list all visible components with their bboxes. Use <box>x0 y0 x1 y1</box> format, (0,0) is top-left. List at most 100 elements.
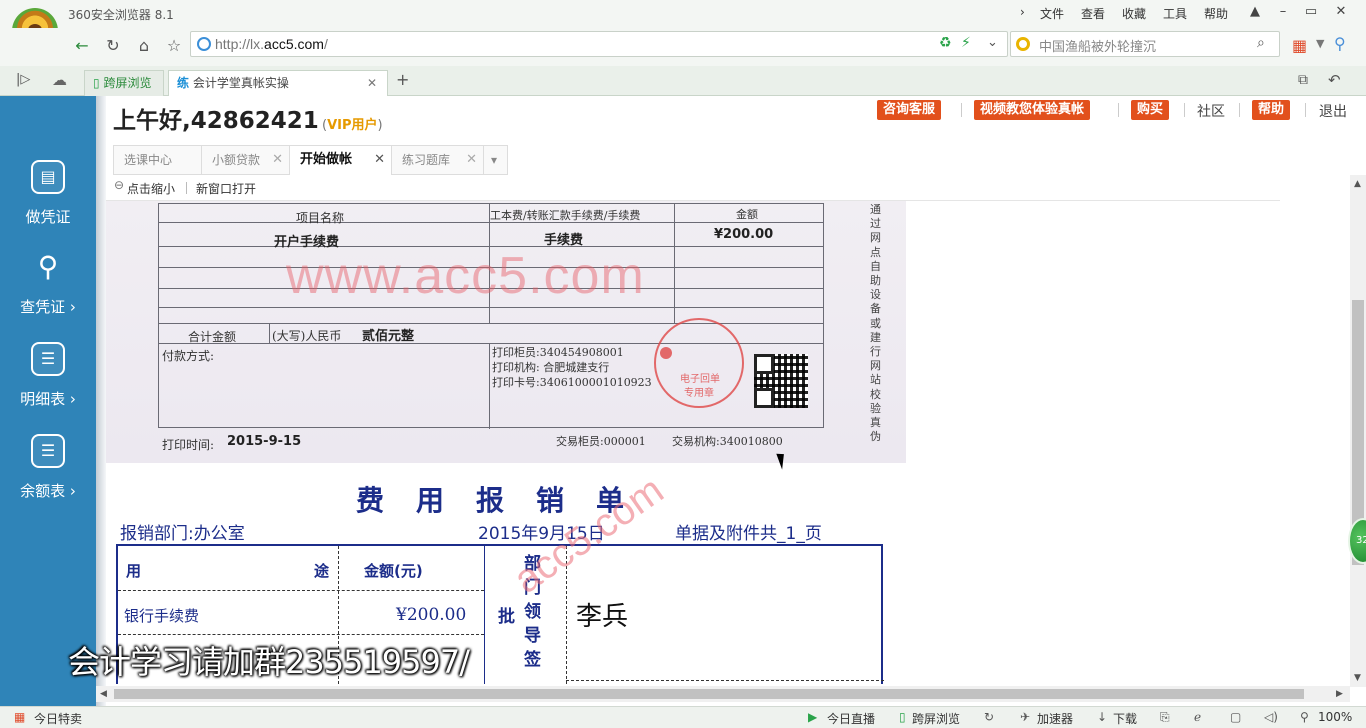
undo-close-icon[interactable]: ↶ <box>1328 71 1341 89</box>
download-icon: ↓ <box>1097 710 1108 724</box>
consult-service-button[interactable]: 咨询客服 <box>877 100 942 120</box>
receipt-print-teller: 打印柜员:340454908001 <box>492 346 624 359</box>
logout-link[interactable]: 退出 <box>1319 101 1347 121</box>
menu-file[interactable]: 文件 <box>1040 5 1064 22</box>
new-tab-button[interactable]: + <box>396 70 409 89</box>
divider <box>1305 103 1306 117</box>
search-engine-icon <box>1016 37 1030 51</box>
zoom-out-link[interactable]: 点击缩小 <box>127 180 175 197</box>
tab-small-loan[interactable]: 小额贷款 ✕ <box>202 146 290 175</box>
refresh-icon[interactable]: ↻ <box>101 34 125 58</box>
module-tabs: 选课中心 小额贷款 ✕ 开始做帐 ✕ 练习题库 ✕ ▾ <box>113 145 508 175</box>
video-tutorial-button[interactable]: 视频教您体验真帐 <box>974 100 1091 120</box>
sidebar-item-detail-ledger[interactable]: ☰ 明细表 › <box>0 342 96 428</box>
restore-tabs-icon[interactable]: ⧉ <box>1298 72 1308 88</box>
menu-help[interactable]: 帮助 <box>1204 5 1228 22</box>
menu-favorites[interactable]: 收藏 <box>1122 5 1146 22</box>
search-input[interactable]: 中国渔船被外轮撞沉 ⌕ <box>1010 31 1280 57</box>
chevron-down-icon[interactable]: ⌄ <box>987 35 998 50</box>
phone-icon: ▯ <box>93 76 100 90</box>
receipt-print-card: 打印卡号:3406100001010923 <box>492 376 652 389</box>
table-line <box>566 680 884 681</box>
scroll-down-icon[interactable]: ▼ <box>1354 673 1361 683</box>
menu-tools[interactable]: 工具 <box>1163 5 1187 22</box>
close-tab-icon[interactable]: ✕ <box>374 146 385 174</box>
horizontal-scrollbar[interactable]: ◀ ▶ <box>96 686 1350 702</box>
status-deals[interactable]: 今日特卖 <box>34 710 82 727</box>
col-use-right: 途 <box>314 562 330 580</box>
col-amount-header: 金额(元) <box>364 562 423 580</box>
pdf-icon[interactable]: ⎘ <box>1160 710 1170 725</box>
status-zoom[interactable]: 100% <box>1318 710 1352 724</box>
back-icon[interactable]: ← <box>70 34 94 58</box>
cloud-icon[interactable]: ☁ <box>52 71 67 89</box>
status-download[interactable]: 下载 <box>1113 710 1137 727</box>
refresh-icon[interactable]: ↻ <box>984 710 994 724</box>
play-icon: ▶ <box>808 710 818 724</box>
app-sidebar: ▤ 做凭证 ⚲ 查凭证 › ☰ 明细表 › ☰ 余额表 › <box>0 96 96 706</box>
open-new-window-link[interactable]: 新窗口打开 <box>196 180 256 197</box>
zoom-icon: ⚲ <box>1300 710 1309 724</box>
tab-exercise-bank[interactable]: 练习题库 ✕ <box>392 146 484 175</box>
url-input[interactable]: http://lx.acc5.com/ ♻ ⚡ ⌄ <box>190 31 1008 57</box>
sidebar-toggle-icon[interactable]: |▷ <box>16 72 30 87</box>
scroll-right-icon[interactable]: ▶ <box>1336 689 1343 699</box>
skin-icon[interactable]: ▲ <box>1242 2 1268 22</box>
zoom-search-icon[interactable]: ⚲ <box>1334 34 1346 53</box>
status-accelerator[interactable]: 加速器 <box>1037 710 1073 727</box>
security-icon[interactable]: ♻ <box>939 35 952 51</box>
receipt-total-upper-label: (大写)人民币 <box>272 329 342 343</box>
minimize-button[interactable]: – <box>1270 2 1296 22</box>
buy-button[interactable]: 购买 <box>1131 100 1170 120</box>
tab-start-bookkeeping[interactable]: 开始做帐 ✕ <box>290 146 392 175</box>
search-icon[interactable]: ⌕ <box>1257 35 1265 51</box>
tabs-dropdown-icon[interactable]: ▾ <box>484 146 508 175</box>
tab-accounting-practice[interactable]: 练 会计学堂真帐实操 ✕ <box>168 70 388 96</box>
status-live[interactable]: 今日直播 <box>827 710 875 727</box>
scroll-up-icon[interactable]: ▲ <box>1354 179 1361 189</box>
horizontal-scroll-thumb[interactable] <box>114 689 1304 699</box>
apps-chevron-icon[interactable]: ▼ <box>1316 37 1324 50</box>
window-icon[interactable]: ▢ <box>1230 710 1241 724</box>
stamp-line2: 专用章 <box>684 388 714 399</box>
greeting-text: 上午好,42862421 <box>113 108 319 134</box>
sidebar-item-balance-sheet[interactable]: ☰ 余额表 › <box>0 434 96 520</box>
stamp-line1: 电子回单 <box>680 374 720 385</box>
tab-cross-screen[interactable]: ▯ 跨屏浏览 <box>84 70 164 96</box>
close-tab-icon[interactable]: ✕ <box>367 71 377 95</box>
help-button[interactable]: 帮助 <box>1252 100 1291 120</box>
close-tab-icon[interactable]: ✕ <box>466 146 477 174</box>
receipt-col-amount: 金额 <box>736 208 758 221</box>
chevron-right-icon[interactable]: › <box>1020 5 1025 19</box>
receipt-col-type: 工本费/转账汇款手续费/手续费 <box>490 209 641 222</box>
apps-icon[interactable]: ▦ <box>1292 36 1307 55</box>
tab-label: 练习题库 <box>402 153 451 167</box>
tab-label: 选课中心 <box>124 153 173 167</box>
home-icon[interactable]: ⌂ <box>132 34 156 58</box>
close-tab-icon[interactable]: ✕ <box>272 146 283 174</box>
volume-icon[interactable]: ◁) <box>1264 710 1278 724</box>
scroll-left-icon[interactable]: ◀ <box>100 689 107 699</box>
vertical-scrollbar[interactable]: ▲ ▼ <box>1350 175 1366 687</box>
stamp-dot <box>660 347 672 359</box>
col-use-left: 用 <box>126 562 142 580</box>
sidebar-item-make-voucher[interactable]: ▤ 做凭证 <box>0 160 96 246</box>
row-amount: ¥200.00 <box>396 605 467 625</box>
row-use: 银行手续费 <box>124 607 200 625</box>
community-link[interactable]: 社区 <box>1197 101 1225 121</box>
menu-view[interactable]: 查看 <box>1081 5 1105 22</box>
globe-icon <box>197 37 211 51</box>
signer-signature: 李兵 <box>576 602 629 632</box>
ie-icon[interactable]: ℯ <box>1194 710 1201 724</box>
receipt-side-note: 通过网点自助设备或建行网站校验真伪 <box>870 203 881 444</box>
status-cross-screen[interactable]: 跨屏浏览 <box>912 710 960 727</box>
url-suffix: / <box>323 36 328 52</box>
lightning-icon[interactable]: ⚡ <box>961 35 971 51</box>
maximize-button[interactable]: ▭ <box>1298 2 1324 22</box>
sidebar-item-query-voucher[interactable]: ⚲ 查凭证 › <box>0 250 96 336</box>
close-window-button[interactable]: ✕ <box>1328 2 1354 22</box>
url-domain: acc5.com <box>264 36 324 52</box>
tab-course-center[interactable]: 选课中心 <box>114 146 202 175</box>
star-icon[interactable]: ☆ <box>162 34 186 58</box>
browser-status-bar: ▦ 今日特卖 ▶ 今日直播 ▯ 跨屏浏览 ↻ ✈ 加速器 ↓ 下载 ⎘ ℯ ▢ … <box>0 706 1366 728</box>
